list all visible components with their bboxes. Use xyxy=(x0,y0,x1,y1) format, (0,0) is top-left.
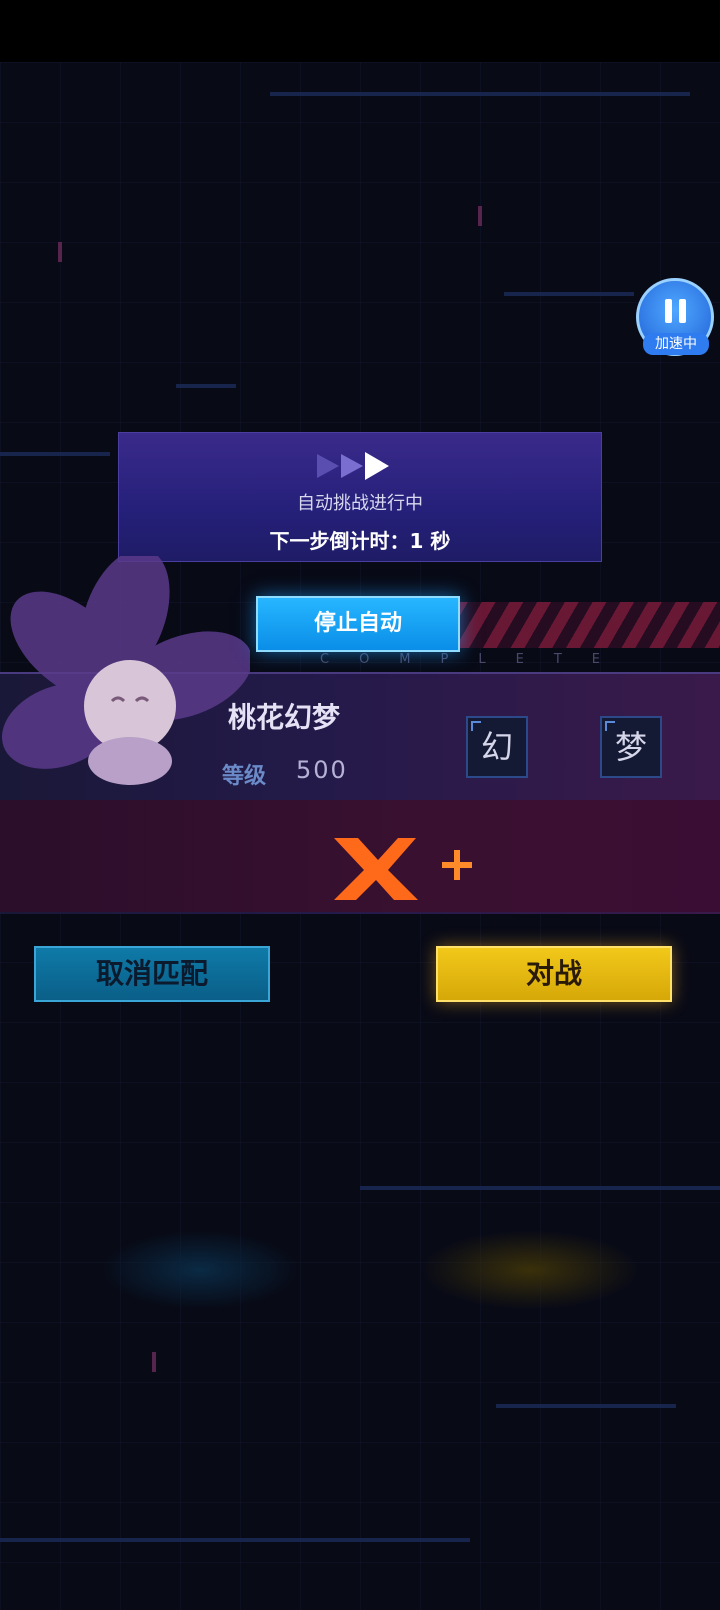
decor-stripes xyxy=(454,602,720,648)
fast-forward-icon xyxy=(317,452,389,480)
glitch-line xyxy=(504,292,634,296)
glitch-line xyxy=(270,92,690,96)
x-plus-logo xyxy=(334,838,472,900)
accelerate-label: 加速中 xyxy=(643,333,709,355)
player-name: 桃花幻梦 xyxy=(228,701,341,734)
level-label: 等级 xyxy=(222,764,267,789)
tag-tile: 梦 xyxy=(600,716,662,778)
glitch-line xyxy=(0,452,110,456)
decor-glow xyxy=(100,1230,300,1310)
stop-auto-button[interactable]: 停止自动 xyxy=(256,596,460,652)
glitch-line xyxy=(152,1352,156,1372)
player-avatar xyxy=(1,556,250,785)
pause-icon xyxy=(665,299,687,323)
countdown-text: 下一步倒计时：1 秒 xyxy=(269,529,451,553)
glitch-line xyxy=(360,1186,720,1190)
cancel-match-button[interactable]: 取消匹配 xyxy=(34,946,270,1002)
decor-glow xyxy=(420,1230,640,1310)
glitch-line xyxy=(478,206,482,226)
auto-challenge-panel: 自动挑战进行中 下一步倒计时：1 秒 xyxy=(118,432,602,562)
auto-challenge-status: 自动挑战进行中 xyxy=(297,493,423,514)
glitch-line xyxy=(496,1404,676,1408)
glitch-line xyxy=(176,384,236,388)
accelerate-button[interactable]: 加速中 xyxy=(636,278,714,356)
status-bar xyxy=(0,0,720,62)
glitch-line xyxy=(58,242,62,262)
complete-text: COMPLETE xyxy=(320,652,630,667)
level-value: 500 xyxy=(296,756,348,784)
battle-button[interactable]: 对战 xyxy=(436,946,672,1002)
glitch-line xyxy=(0,1538,470,1542)
tag-tile: 幻 xyxy=(466,716,528,778)
